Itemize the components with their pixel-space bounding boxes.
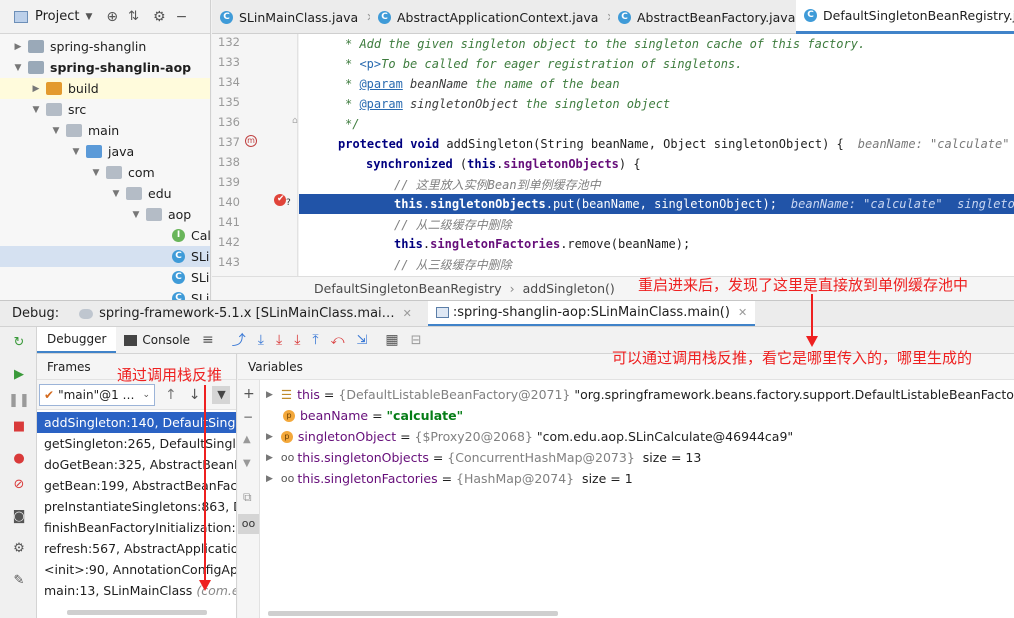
annotation-arrows (199, 294, 818, 591)
annotation-arrowhead (806, 336, 818, 347)
annotation-arrowhead (199, 580, 211, 591)
